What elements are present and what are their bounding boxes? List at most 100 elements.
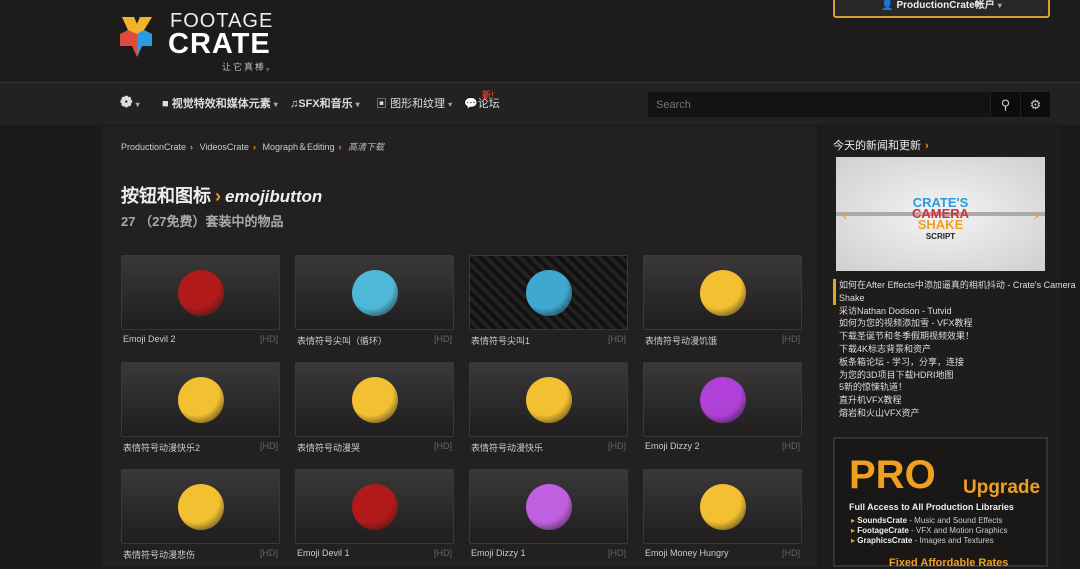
breadcrumb-link[interactable]: ProductionCrate xyxy=(121,142,186,152)
chat-icon: 💬 xyxy=(464,98,478,110)
camera-icon: ■ xyxy=(162,98,169,110)
nav-graphics[interactable]: ▣ 图形和纹理 ▾ xyxy=(376,95,452,111)
item-card[interactable]: Emoji Dizzy 2 [HD] xyxy=(643,362,802,451)
item-thumbnail[interactable] xyxy=(121,362,280,437)
item-thumbnail[interactable] xyxy=(643,255,802,330)
hd-badge: [HD] xyxy=(782,548,800,558)
search-icon: ⚲ xyxy=(1000,97,1011,112)
item-name[interactable]: 表情符号动漫哭 xyxy=(297,441,360,454)
page-title: 按钮和图标 › emojibutton xyxy=(121,186,323,206)
gear-icon: ⚙ xyxy=(1029,97,1042,112)
item-card[interactable]: Emoji Devil 1 [HD] xyxy=(295,469,454,558)
news-heading[interactable]: 今天的新闻和更新 › xyxy=(833,137,929,153)
image-icon: ▣ xyxy=(376,98,387,110)
emoji-preview-icon xyxy=(699,269,746,316)
item-card[interactable]: Emoji Dizzy 1 [HD] xyxy=(469,469,628,558)
emoji-preview-icon xyxy=(351,376,398,423)
news-link[interactable]: 下载4K标志背景和资产 xyxy=(833,343,1080,356)
item-thumbnail[interactable] xyxy=(643,362,802,437)
item-card[interactable]: Emoji Devil 2 [HD] xyxy=(121,255,280,344)
pro-upgrade-ad[interactable]: PRO Upgrade Full Access to All Productio… xyxy=(833,437,1048,569)
caret-icon: ▾ xyxy=(997,1,1002,10)
user-icon: 👤 xyxy=(881,0,894,11)
news-link[interactable]: 下载圣诞节和冬季假期视频效果！ xyxy=(833,330,1080,343)
news-link[interactable]: 如何在After Effects中添加逼真的相机抖动 - Crate's Cam… xyxy=(833,279,1080,305)
item-card[interactable]: 表情符号尖叫1 [HD] xyxy=(469,255,628,347)
item-name[interactable]: Emoji Dizzy 2 xyxy=(645,441,700,451)
music-icon: ♫ xyxy=(290,98,299,110)
emoji-preview-icon xyxy=(177,483,224,530)
hd-badge: [HD] xyxy=(260,441,278,451)
hd-badge: [HD] xyxy=(260,334,278,344)
item-name[interactable]: 表情符号动漫快乐2 xyxy=(123,441,200,454)
new-badge: 新! xyxy=(482,90,494,100)
site-header: FOOTAGE CRATE 让它真棒。 👤 ProductionCrate帐户 ▾ xyxy=(0,0,1080,82)
emoji-preview-icon xyxy=(525,376,572,423)
search-input[interactable] xyxy=(648,92,990,117)
item-thumbnail[interactable] xyxy=(643,469,802,544)
news-link[interactable]: 5新的惊悚轨道！ xyxy=(833,381,1080,394)
crate-logo-icon xyxy=(120,17,152,57)
item-thumbnail[interactable] xyxy=(121,469,280,544)
breadcrumb-link[interactable]: Mograph＆Editing xyxy=(262,142,334,152)
item-name[interactable]: Emoji Dizzy 1 xyxy=(471,548,526,558)
emoji-preview-icon xyxy=(177,376,224,423)
prev-arrow-icon[interactable]: ‹ xyxy=(842,207,847,225)
item-card[interactable]: 表情符号动漫饥饿 [HD] xyxy=(643,255,802,347)
item-name[interactable]: 表情符号尖叫（循环） xyxy=(297,334,387,347)
nav-sfx[interactable]: ♫SFX和音乐 ▾ xyxy=(290,95,360,111)
settings-button[interactable]: ⚙ xyxy=(1021,92,1050,117)
breadcrumb: ProductionCrate › VideosCrate › Mograph＆Ed… xyxy=(121,142,385,152)
news-banner[interactable]: CRATE'S CAMERA SHAKE SCRIPT ‹ › xyxy=(836,157,1045,271)
emoji-preview-icon xyxy=(525,269,572,316)
item-card[interactable]: Emoji Money Hungry [HD] xyxy=(643,469,802,558)
item-card[interactable]: 表情符号动漫悲伤 [HD] xyxy=(121,469,280,561)
item-thumbnail[interactable] xyxy=(295,255,454,330)
item-name[interactable]: 表情符号动漫快乐 xyxy=(471,441,543,454)
item-thumbnail[interactable] xyxy=(469,255,628,330)
category-link[interactable]: 按钮和图标 xyxy=(121,186,211,206)
footagecrate-logo[interactable]: FOOTAGE CRATE 让它真棒。 xyxy=(112,10,282,72)
next-arrow-icon[interactable]: › xyxy=(1034,207,1039,225)
news-link[interactable]: 为您的3D项目下载HDRI地图 xyxy=(833,369,1080,382)
emoji-preview-icon xyxy=(177,269,224,316)
emoji-preview-icon xyxy=(699,376,746,423)
item-thumbnail[interactable] xyxy=(121,255,280,330)
item-card[interactable]: 表情符号动漫快乐2 [HD] xyxy=(121,362,280,454)
crate-icon: ❁ xyxy=(120,94,133,111)
account-dropdown[interactable]: 👤 ProductionCrate帐户 ▾ xyxy=(833,0,1050,18)
hd-badge: [HD] xyxy=(260,548,278,558)
emoji-preview-icon xyxy=(351,483,398,530)
news-link[interactable]: 采访Nathan Dodson - Tutvid xyxy=(833,305,1080,318)
item-card[interactable]: 表情符号尖叫（循环） [HD] xyxy=(295,255,454,347)
search-button[interactable]: ⚲ xyxy=(991,92,1020,117)
news-link[interactable]: 直升机VFX教程 xyxy=(833,394,1080,407)
item-thumbnail[interactable] xyxy=(295,469,454,544)
nav-home-menu[interactable]: ❁ ▾ xyxy=(120,93,140,111)
item-name[interactable]: 表情符号动漫悲伤 xyxy=(123,548,195,561)
item-name[interactable]: Emoji Devil 1 xyxy=(297,548,350,558)
news-list: 如何在After Effects中添加逼真的相机抖动 - Crate's Cam… xyxy=(833,279,1080,420)
item-card[interactable]: 表情符号动漫哭 [HD] xyxy=(295,362,454,454)
item-name[interactable]: Emoji Devil 2 xyxy=(123,334,176,344)
emoji-preview-icon xyxy=(525,483,572,530)
item-thumbnail[interactable] xyxy=(469,362,628,437)
hd-badge: [HD] xyxy=(608,548,626,558)
item-count: 27 （27免费）套装中的物品 xyxy=(121,214,284,229)
item-name[interactable]: Emoji Money Hungry xyxy=(645,548,729,558)
item-thumbnail[interactable] xyxy=(469,469,628,544)
item-thumbnail[interactable] xyxy=(295,362,454,437)
breadcrumb-link[interactable]: VideosCrate xyxy=(200,142,249,152)
hd-badge: [HD] xyxy=(434,334,452,344)
item-card[interactable]: 表情符号动漫快乐 [HD] xyxy=(469,362,628,454)
hd-badge: [HD] xyxy=(782,441,800,451)
news-link[interactable]: 如何为您的视频添加雪 - VFX教程 xyxy=(833,317,1080,330)
news-link[interactable]: 熔岩和火山VFX资产 xyxy=(833,407,1080,420)
hd-badge: [HD] xyxy=(434,548,452,558)
item-name[interactable]: 表情符号尖叫1 xyxy=(471,334,530,347)
breadcrumb-current: 高清下载 xyxy=(348,142,385,152)
emoji-preview-icon xyxy=(351,269,398,316)
item-name[interactable]: 表情符号动漫饥饿 xyxy=(645,334,717,347)
nav-vfx[interactable]: ■ 视觉特效和媒体元素 ▾ xyxy=(162,95,278,111)
news-link[interactable]: 板条箱论坛 - 学习，分享，连接 xyxy=(833,356,1080,369)
